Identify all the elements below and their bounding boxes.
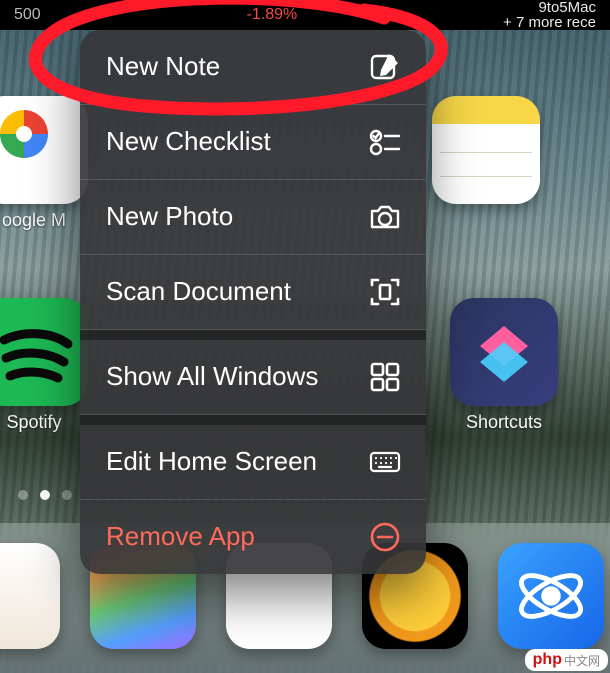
menu-item-label: New Photo: [106, 201, 368, 232]
context-menu: New Note New Checklist New Photo Scan Do…: [80, 30, 426, 574]
shortcuts-icon: [450, 298, 558, 406]
remove-icon: [368, 520, 402, 554]
app-label: Shortcuts: [450, 412, 558, 433]
page-indicator[interactable]: [18, 490, 72, 500]
menu-item-label: Scan Document: [106, 276, 368, 307]
keyboard-icon: [368, 445, 402, 479]
menu-separator: [80, 330, 426, 340]
notes-icon: [432, 96, 540, 204]
menu-separator: [80, 415, 426, 425]
status-left: 500: [14, 6, 41, 24]
menu-item-label: Edit Home Screen: [106, 446, 368, 477]
menu-item-label: Show All Windows: [106, 361, 368, 392]
app-spotify[interactable]: Spotify: [0, 298, 88, 433]
menu-item-label: Remove App: [106, 521, 368, 552]
compose-icon: [368, 50, 402, 84]
app-label: Spotify: [0, 412, 88, 433]
scan-icon: [368, 275, 402, 309]
maps-icon: [0, 96, 88, 204]
dock-app-1[interactable]: [0, 543, 60, 649]
status-right: 9to5Mac + 7 more rece: [503, 0, 596, 30]
menu-item-new-photo[interactable]: New Photo: [80, 180, 426, 255]
camera-icon: [368, 200, 402, 234]
watermark-suffix: 中文网: [564, 652, 600, 669]
grid-icon: [368, 360, 402, 394]
menu-item-new-checklist[interactable]: New Checklist: [80, 105, 426, 180]
app-label: oogle M: [0, 210, 88, 231]
app-notes[interactable]: [432, 96, 540, 210]
watermark-text: php: [533, 651, 562, 669]
dock-app-5[interactable]: [498, 543, 604, 649]
status-mid: -1.89%: [247, 6, 298, 24]
status-bar: 500 -1.89% 9to5Mac + 7 more rece: [0, 0, 610, 30]
app-shortcuts[interactable]: Shortcuts: [450, 298, 558, 433]
status-right-bottom: + 7 more rece: [503, 14, 596, 31]
app-google-maps[interactable]: oogle M: [0, 96, 88, 231]
checklist-icon: [368, 125, 402, 159]
menu-item-show-all-windows[interactable]: Show All Windows: [80, 340, 426, 415]
spotify-icon: [0, 298, 88, 406]
menu-item-remove-app[interactable]: Remove App: [80, 500, 426, 574]
menu-item-label: New Note: [106, 51, 368, 82]
menu-item-label: New Checklist: [106, 126, 368, 157]
menu-item-new-note[interactable]: New Note: [80, 30, 426, 105]
menu-item-edit-home-screen[interactable]: Edit Home Screen: [80, 425, 426, 500]
watermark: php中文网: [525, 649, 608, 671]
menu-item-scan-document[interactable]: Scan Document: [80, 255, 426, 330]
